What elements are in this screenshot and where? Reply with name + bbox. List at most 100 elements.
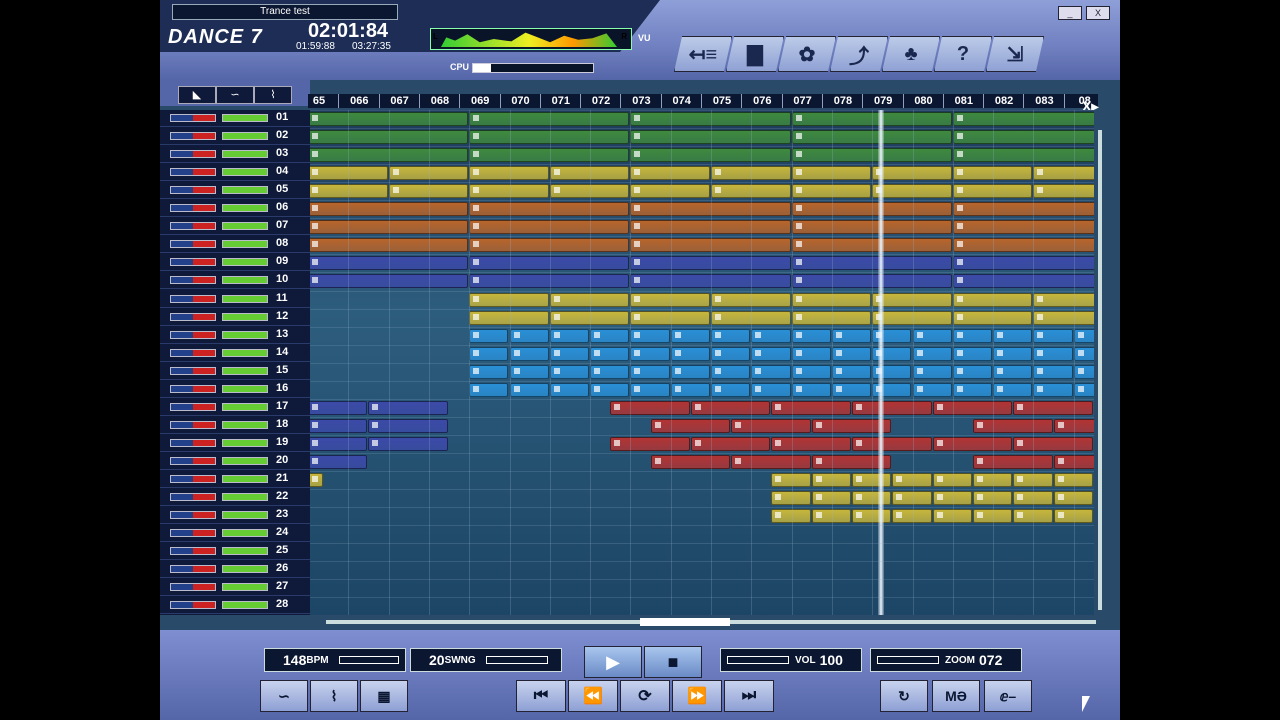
pattern-block[interactable] — [852, 400, 932, 415]
pattern-block[interactable] — [1033, 328, 1073, 343]
pattern-block[interactable] — [549, 364, 590, 379]
pattern-block[interactable] — [590, 328, 630, 343]
pattern-block[interactable] — [310, 400, 368, 415]
pattern-block[interactable] — [751, 346, 791, 361]
pan-slider[interactable] — [170, 420, 216, 429]
bar-number[interactable]: 066 — [338, 94, 379, 108]
pan-slider[interactable] — [170, 583, 216, 592]
volume-slider[interactable] — [222, 276, 268, 285]
pattern-block[interactable] — [670, 364, 710, 379]
pattern-block[interactable] — [310, 418, 368, 433]
pattern-block[interactable] — [952, 364, 993, 379]
track-row[interactable]: 08 — [160, 236, 310, 254]
pan-slider[interactable] — [170, 565, 216, 574]
bar-number[interactable]: 082 — [983, 94, 1024, 108]
pan-slider[interactable] — [170, 529, 216, 538]
mixer-button[interactable]: ▦ — [360, 680, 408, 712]
volume-slider[interactable] — [222, 456, 268, 465]
pan-slider[interactable] — [170, 366, 216, 375]
pattern-block[interactable] — [932, 400, 1013, 415]
track-row[interactable]: 04 — [160, 164, 310, 182]
pattern-block[interactable] — [852, 436, 932, 451]
track-row[interactable]: 11 — [160, 291, 310, 308]
volume-slider[interactable] — [222, 565, 268, 574]
pan-slider[interactable] — [170, 168, 216, 177]
track-row[interactable]: 20 — [160, 453, 310, 470]
pattern-block[interactable] — [310, 473, 324, 487]
vertical-scrollbar[interactable] — [1098, 130, 1102, 610]
pattern-block[interactable] — [952, 328, 993, 343]
zoom-control[interactable]: ZOOM 072 — [870, 648, 1022, 672]
bar-number[interactable]: 073 — [620, 94, 661, 108]
pattern-block[interactable] — [791, 328, 831, 343]
pattern-block[interactable] — [549, 328, 590, 343]
volume-slider[interactable] — [222, 420, 268, 429]
toolbar-button-4[interactable]: ⤴ — [830, 36, 888, 72]
volume-slider[interactable] — [222, 222, 268, 231]
bar-number[interactable]: 079 — [862, 94, 903, 108]
skip-end-button[interactable]: ⏭ — [724, 680, 774, 712]
pattern-block[interactable] — [610, 436, 690, 451]
pattern-block[interactable] — [610, 400, 690, 415]
zoom-slider[interactable] — [877, 656, 939, 664]
volume-slider[interactable] — [222, 475, 268, 483]
pattern-block[interactable] — [1033, 166, 1094, 181]
pan-slider[interactable] — [170, 240, 216, 249]
song-title[interactable]: Trance test — [172, 4, 398, 20]
pattern-block[interactable] — [1033, 292, 1094, 307]
pattern-block[interactable] — [912, 382, 952, 397]
pattern-block[interactable] — [670, 328, 710, 343]
bar-number[interactable]: 081 — [942, 94, 984, 108]
volume-slider[interactable] — [222, 132, 268, 141]
pattern-block[interactable] — [952, 346, 993, 361]
pattern-block[interactable] — [690, 400, 771, 415]
volume-slider[interactable] — [222, 583, 268, 592]
pattern-block[interactable] — [731, 418, 811, 433]
pan-slider[interactable] — [170, 330, 216, 339]
pattern-block[interactable] — [1073, 328, 1094, 343]
volume-slider[interactable] — [222, 438, 268, 447]
pattern-block[interactable] — [1073, 364, 1094, 379]
pattern-block[interactable] — [993, 382, 1033, 397]
volume-slider[interactable] — [222, 312, 268, 321]
pattern-block[interactable] — [549, 382, 590, 397]
pattern-block[interactable] — [831, 328, 872, 343]
pan-slider[interactable] — [170, 150, 216, 159]
pattern-block[interactable] — [650, 454, 731, 469]
pan-slider[interactable] — [170, 132, 216, 141]
rewind-button[interactable]: ⏪ — [568, 680, 618, 712]
bar-number[interactable]: 068 — [418, 94, 460, 108]
track-row[interactable]: 24 — [160, 525, 310, 543]
pattern-block[interactable] — [1013, 436, 1093, 451]
undo-button[interactable]: ↻ — [880, 680, 928, 712]
bar-number[interactable]: 65 — [308, 94, 339, 108]
pattern-block[interactable] — [751, 328, 791, 343]
volume-slider[interactable] — [222, 294, 268, 303]
pattern-block[interactable] — [549, 346, 590, 361]
volume-slider[interactable] — [222, 186, 268, 195]
play-button[interactable]: ▶ — [584, 646, 642, 678]
bar-number[interactable]: 075 — [701, 94, 742, 108]
pattern-block[interactable] — [791, 346, 831, 361]
pattern-block[interactable] — [912, 346, 952, 361]
pattern-block[interactable] — [590, 382, 630, 397]
pan-slider[interactable] — [170, 204, 216, 213]
effects-button[interactable]: ∽ — [260, 680, 308, 712]
pattern-block[interactable] — [509, 382, 549, 397]
pan-slider[interactable] — [170, 402, 216, 411]
volume-slider[interactable] — [222, 493, 268, 502]
volume-slider[interactable] — [222, 150, 268, 159]
fast-forward-button[interactable]: ⏩ — [672, 680, 722, 712]
track-row[interactable]: 07 — [160, 218, 310, 236]
toolbar-button-3[interactable]: ✿ — [778, 36, 836, 72]
pattern-block[interactable] — [1013, 400, 1093, 415]
pattern-block[interactable] — [831, 382, 872, 397]
pan-slider[interactable] — [170, 276, 216, 285]
volume-slider[interactable] — [222, 529, 268, 538]
pattern-block[interactable] — [972, 418, 1053, 433]
pattern-block[interactable] — [469, 364, 509, 379]
track-row[interactable]: 12 — [160, 309, 310, 326]
track-row[interactable]: 27 — [160, 579, 310, 597]
volume-slider[interactable] — [222, 204, 268, 213]
pan-slider[interactable] — [170, 511, 216, 520]
